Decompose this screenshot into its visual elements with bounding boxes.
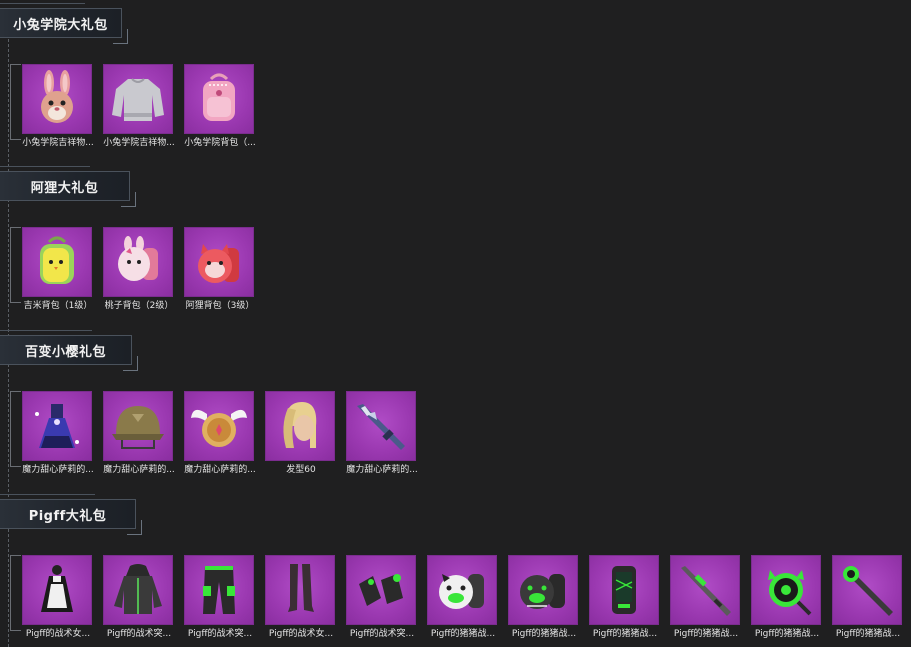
section-title: 小兔学院大礼包	[13, 17, 108, 33]
hoodie-icon	[103, 555, 173, 625]
pink-backpack-icon	[184, 64, 254, 134]
section-title: 阿狸大礼包	[30, 180, 99, 196]
gift-item[interactable]: 小兔学院背包（...	[184, 64, 256, 149]
gift-item[interactable]: 魔力甜心萨莉的...	[22, 391, 94, 476]
gift-item[interactable]: 吉米背包（1级）	[22, 227, 94, 312]
gift-item[interactable]: Pigff的战术突...	[103, 555, 175, 640]
gift-item[interactable]: Pigff的猪猪战...	[832, 555, 904, 640]
section-bracket	[10, 555, 21, 631]
section-header: Pigff大礼包	[0, 494, 142, 535]
section-header: 阿狸大礼包	[0, 166, 136, 207]
dress-icon	[22, 391, 92, 461]
gift-item[interactable]: 魔力甜心萨莉的...	[184, 391, 256, 476]
helmet-icon	[103, 391, 173, 461]
item-label: 小兔学院吉祥物...	[22, 138, 94, 148]
item-label: Pigff的猪猪战...	[592, 629, 658, 639]
bunny-backpack-icon	[103, 227, 173, 297]
section-bracket	[10, 391, 21, 467]
item-label: Pigff的猪猪战...	[430, 629, 496, 639]
fox-backpack-icon	[184, 227, 254, 297]
gift-item[interactable]: 魔力甜心萨莉的...	[103, 391, 175, 476]
gift-item[interactable]: Pigff的战术女...	[22, 555, 94, 640]
item-label: 魔力甜心萨莉的...	[184, 465, 256, 475]
rifle-icon	[346, 391, 416, 461]
item-label: 魔力甜心萨莉的...	[346, 465, 418, 475]
gift-item[interactable]: 小兔学院吉祥物...	[103, 64, 175, 149]
gift-item[interactable]: Pigff的战术女...	[265, 555, 337, 640]
section-bracket	[10, 227, 21, 303]
item-label: 小兔学院吉祥物...	[103, 138, 175, 148]
winged-shield-icon	[184, 391, 254, 461]
gift-item[interactable]: Pigff的猪猪战...	[589, 555, 661, 640]
pan-icon	[751, 555, 821, 625]
section-title: Pigff大礼包	[28, 508, 107, 524]
gift-item[interactable]: Pigff的猪猪战...	[751, 555, 823, 640]
item-label: Pigff的猪猪战...	[835, 629, 901, 639]
gloves-icon	[346, 555, 416, 625]
item-label: Pigff的猪猪战...	[511, 629, 577, 639]
pig-backpack-icon	[427, 555, 497, 625]
gift-item[interactable]: 阿狸背包（3级）	[184, 227, 256, 312]
item-label: 发型60	[286, 465, 316, 475]
pig-backpack-dark-icon	[508, 555, 578, 625]
gift-item[interactable]: 桃子背包（2级）	[103, 227, 175, 312]
stockings-icon	[265, 555, 335, 625]
phone-case-icon	[589, 555, 659, 625]
gift-item[interactable]: Pigff的战术突...	[184, 555, 256, 640]
item-label: 魔力甜心萨莉的...	[103, 465, 175, 475]
item-label: 吉米背包（1级）	[23, 301, 93, 311]
sweater-icon	[103, 64, 173, 134]
section-title: 百变小樱礼包	[24, 344, 106, 360]
item-label: Pigff的战术女...	[25, 629, 91, 639]
item-label: Pigff的猪猪战...	[754, 629, 820, 639]
gift-item[interactable]: Pigff的战术突...	[346, 555, 418, 640]
item-label: Pigff的战术突...	[349, 629, 415, 639]
gift-item[interactable]: 发型60	[265, 391, 337, 476]
tactical-pants-icon	[184, 555, 254, 625]
section-bracket	[10, 64, 21, 140]
gift-item[interactable]: Pigff的猪猪战...	[670, 555, 742, 640]
gift-item[interactable]: Pigff的猪猪战...	[508, 555, 580, 640]
section-header: 百变小樱礼包	[0, 330, 138, 371]
gift-item[interactable]: 小兔学院吉祥物...	[22, 64, 94, 149]
item-label: 魔力甜心萨莉的...	[22, 465, 94, 475]
gift-item[interactable]: Pigff的猪猪战...	[427, 555, 499, 640]
hairstyle-icon	[265, 391, 335, 461]
staff-icon	[832, 555, 902, 625]
rabbit-mascot-icon	[22, 64, 92, 134]
item-label: Pigff的战术突...	[106, 629, 172, 639]
item-label: 阿狸背包（3级）	[185, 301, 255, 311]
item-label: Pigff的战术突...	[187, 629, 253, 639]
sniper-rifle-icon	[670, 555, 740, 625]
item-label: 小兔学院背包（...	[184, 138, 256, 148]
section-header: 小兔学院大礼包	[0, 3, 128, 44]
item-label: 桃子背包（2级）	[104, 301, 174, 311]
item-label: Pigff的猪猪战...	[673, 629, 739, 639]
maid-outfit-icon	[22, 555, 92, 625]
chick-backpack-icon	[22, 227, 92, 297]
item-label: Pigff的战术女...	[268, 629, 334, 639]
gift-item[interactable]: 魔力甜心萨莉的...	[346, 391, 418, 476]
